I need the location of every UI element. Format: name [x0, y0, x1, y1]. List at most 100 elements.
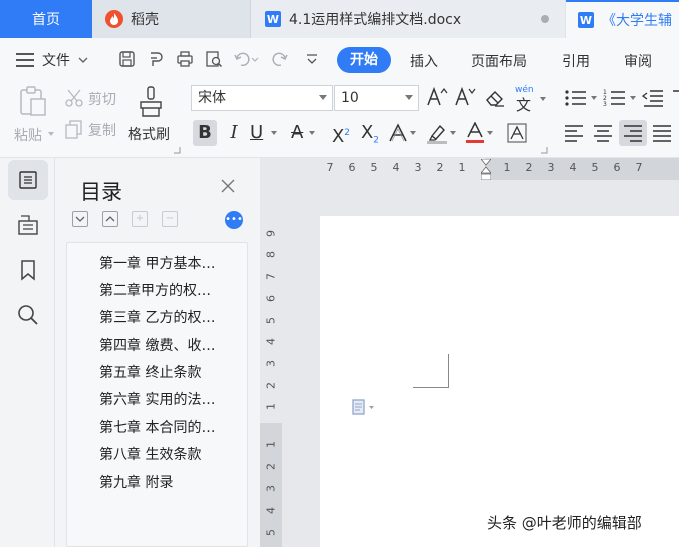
navigation-pane-button[interactable]	[8, 160, 48, 200]
highlight-button[interactable]	[426, 120, 460, 146]
document-canvas	[282, 180, 679, 547]
copy-button[interactable]: 复制	[64, 119, 124, 143]
tab-daoke[interactable]: 稻壳	[93, 0, 248, 38]
toc-item[interactable]: 第七章 本合同的…	[99, 417, 229, 437]
close-icon[interactable]	[221, 177, 235, 198]
file-menu-label: 文件	[42, 53, 70, 69]
horizontal-ruler[interactable]: 7 6 5 4 3 2 1 1 2 3 4 5 6 7	[260, 158, 679, 181]
paste-options-icon[interactable]	[351, 398, 375, 416]
strikethrough-icon: A	[291, 122, 304, 143]
character-border-button[interactable]	[504, 120, 530, 146]
text-effect-button[interactable]	[388, 120, 422, 146]
chevron-down-icon	[78, 57, 88, 63]
justify-icon	[653, 125, 671, 142]
chapter-navigation-button[interactable]	[8, 205, 48, 245]
increase-indent-icon	[673, 90, 679, 92]
unsaved-dot-icon[interactable]	[541, 15, 549, 23]
tab-home[interactable]: 首页	[0, 0, 92, 38]
ruler-number: 3	[414, 161, 422, 174]
ruler-number: 7	[635, 161, 643, 174]
subscript-button[interactable]: X2	[357, 120, 383, 146]
toc-item[interactable]: 第一章 甲方基本…	[99, 253, 229, 273]
remove-heading-icon[interactable]: −	[162, 211, 178, 227]
collapse-all-icon[interactable]	[102, 211, 118, 227]
paste-button[interactable]: 粘贴	[14, 85, 54, 151]
toc-item[interactable]: 第六章 实用的法…	[99, 389, 229, 409]
superscript-button[interactable]: X2	[328, 120, 354, 147]
vertical-ruler[interactable]: 9 8 7 6 5 4 3 2 1 1 2 3 4 5	[260, 180, 282, 547]
scissors-icon	[65, 89, 83, 107]
search-button[interactable]	[8, 295, 48, 335]
text-effect-icon	[389, 123, 407, 142]
ruler-number: 2	[525, 161, 533, 174]
bullet-list-button[interactable]	[564, 88, 597, 110]
tab-document[interactable]: W 4.1运用样式编排文档.docx	[250, 0, 565, 38]
tab-document-2-label: 《大学生辅	[602, 13, 672, 29]
ruler-number: 1	[458, 161, 466, 174]
add-heading-icon[interactable]: +	[132, 211, 148, 227]
toc-item[interactable]: 第四章 缴费、收…	[99, 335, 229, 355]
font-size-select[interactable]: 10	[334, 85, 419, 111]
word-doc-icon: W	[578, 12, 594, 28]
ruler-number: 2	[264, 382, 278, 389]
tab-document-2[interactable]: W 《大学生辅	[566, 0, 679, 38]
align-left-button[interactable]	[562, 120, 586, 146]
dialog-launcher-icon[interactable]	[173, 146, 181, 154]
increase-indent-button[interactable]	[671, 88, 679, 110]
font-color-icon	[466, 121, 484, 143]
bold-button[interactable]: B	[193, 120, 217, 146]
ruler-number: 8	[264, 251, 278, 258]
tab-review[interactable]: 审阅	[624, 51, 652, 71]
ruler-number: 4	[264, 338, 278, 345]
dialog-launcher-icon[interactable]	[540, 146, 548, 154]
clear-format-button[interactable]	[484, 87, 506, 111]
document-page[interactable]	[320, 216, 679, 547]
font-color-button[interactable]	[465, 120, 499, 146]
decrease-indent-button[interactable]	[641, 88, 666, 110]
toc-item[interactable]: 第五章 终止条款	[99, 362, 229, 382]
export-icon[interactable]	[146, 50, 166, 70]
toc-item[interactable]: 第三章 乙方的权…	[99, 307, 229, 327]
cut-label: 剪切	[88, 92, 116, 108]
ruler-number: 1	[503, 161, 511, 174]
phonetic-glyph: 文	[516, 96, 532, 114]
italic-button[interactable]: I	[222, 120, 246, 146]
print-preview-icon[interactable]	[204, 50, 224, 70]
redo-icon[interactable]	[270, 50, 290, 70]
expand-all-icon[interactable]	[72, 211, 88, 227]
cut-button[interactable]: 剪切	[64, 88, 124, 112]
caret-down-icon	[48, 132, 54, 136]
tab-reference[interactable]: 引用	[562, 51, 590, 71]
tab-insert[interactable]: 插入	[410, 51, 438, 71]
tab-bar: 首页 稻壳 W 4.1运用样式编排文档.docx W 《大学生辅	[0, 0, 679, 38]
customize-quick-access-icon[interactable]	[302, 50, 322, 70]
save-icon[interactable]	[117, 50, 137, 70]
toc-item[interactable]: 第八章 生效条款	[99, 444, 229, 464]
file-menu[interactable]: 文件	[16, 50, 88, 70]
numbered-list-button[interactable]: 123	[603, 88, 636, 110]
margin-corner-mark	[413, 354, 449, 388]
caret-down-icon	[271, 131, 278, 135]
phonetic-guide-button[interactable]: wén 文	[513, 85, 547, 114]
format-painter-button[interactable]: 格式刷	[128, 84, 176, 148]
strikethrough-button[interactable]: A	[291, 120, 325, 146]
ruler-number: 6	[613, 161, 621, 174]
numbered-list-icon: 123	[603, 89, 625, 108]
bookmark-button[interactable]	[8, 250, 48, 290]
undo-icon[interactable]	[233, 50, 259, 70]
toc-item[interactable]: 第九章 附录	[99, 472, 229, 492]
font-name-select[interactable]: 宋体	[191, 85, 333, 111]
align-right-button[interactable]	[619, 120, 647, 146]
indent-marker-icon[interactable]	[481, 159, 491, 181]
shrink-font-button[interactable]	[454, 86, 476, 110]
justify-button[interactable]	[650, 120, 674, 146]
more-options-icon[interactable]: •••	[225, 211, 243, 229]
underline-button[interactable]: U	[250, 120, 286, 146]
align-center-button[interactable]	[591, 120, 615, 146]
tab-page-layout[interactable]: 页面布局	[471, 51, 527, 71]
toc-item[interactable]: 第二章甲方的权…	[99, 280, 229, 300]
print-icon[interactable]	[175, 50, 195, 70]
ruler-number: 3	[264, 360, 278, 367]
grow-font-button[interactable]	[426, 86, 448, 110]
tab-start[interactable]: 开始	[337, 47, 391, 73]
